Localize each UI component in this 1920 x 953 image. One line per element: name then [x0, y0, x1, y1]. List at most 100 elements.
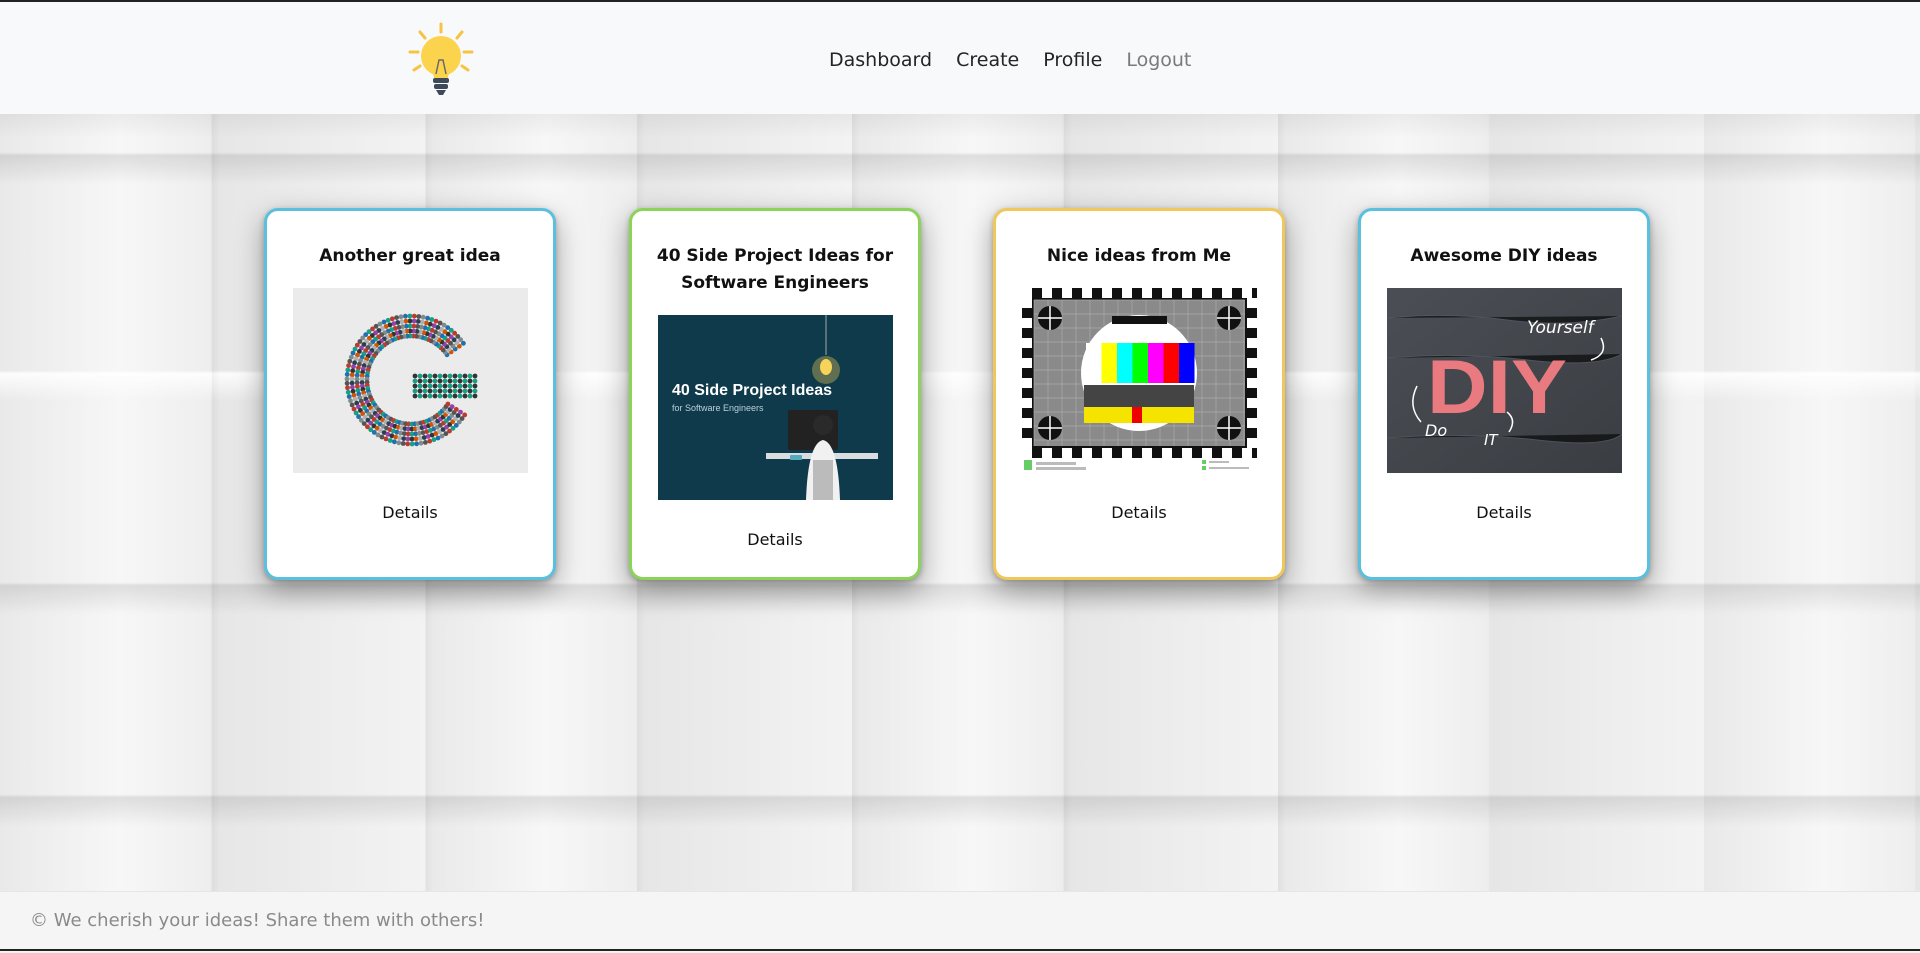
idea-card: 40 Side Project Ideas for Software Engin… — [629, 208, 921, 580]
top-navbar: Dashboard Create Profile Logout — [0, 2, 1920, 114]
crowd-person — [433, 318, 438, 324]
crowd-person — [461, 412, 467, 418]
checker-square — [1021, 288, 1032, 298]
diy-image-letters: DIY — [1427, 345, 1567, 430]
crowd-person — [432, 388, 437, 394]
nav-logout[interactable]: Logout — [1126, 49, 1191, 71]
idea-title: Awesome DIY ideas — [1410, 246, 1598, 266]
crowd-person — [392, 434, 398, 440]
details-link[interactable]: Details — [382, 503, 437, 522]
main-nav: Dashboard Create Profile Logout — [829, 46, 1191, 74]
checker-square — [1061, 448, 1072, 458]
crowd-person — [391, 439, 397, 445]
crowd-person — [467, 388, 472, 394]
crowd-person — [431, 437, 436, 443]
lightbulb-icon[interactable] — [408, 22, 474, 98]
crowd-person — [447, 393, 452, 399]
crowd-person — [427, 378, 432, 384]
color-bar — [1178, 343, 1194, 383]
checker-square — [1161, 288, 1172, 298]
footer: © We cherish your ideas! Share them with… — [0, 891, 1920, 952]
crowd-person — [350, 350, 355, 356]
checker-square — [1181, 448, 1192, 458]
crowd-person — [395, 440, 401, 446]
nav-profile[interactable]: Profile — [1043, 49, 1102, 71]
crowd-person — [422, 378, 427, 384]
nav-create[interactable]: Create — [956, 49, 1019, 71]
image-caption-sub: for Software Engineers — [672, 403, 764, 413]
crowd-person — [447, 383, 452, 389]
crowd-person — [467, 373, 472, 379]
checker-square — [1021, 338, 1032, 348]
crowd-person — [344, 367, 350, 373]
crowd-person — [389, 316, 395, 322]
crowd-person — [413, 441, 419, 447]
crowd-person — [437, 388, 442, 394]
crowd-person — [467, 393, 472, 399]
crowd-person — [422, 393, 427, 399]
crowd-person — [453, 407, 459, 412]
checker-square — [1021, 358, 1032, 368]
crowd-person — [442, 393, 447, 399]
crowd-person — [344, 380, 349, 386]
crowd-person — [349, 402, 354, 408]
crowd-person — [447, 378, 452, 384]
crowd-person — [428, 317, 434, 322]
crowd-person — [432, 383, 437, 389]
crowd-person — [407, 313, 412, 319]
image-caption-main: 40 Side Project Ideas — [672, 382, 832, 399]
checker-square — [1021, 438, 1032, 448]
details-link[interactable]: Details — [1111, 503, 1166, 522]
checker-square — [1021, 418, 1032, 428]
crowd-person — [407, 318, 412, 324]
crowd-person — [349, 372, 355, 378]
background-column — [212, 114, 220, 891]
crowd-person — [423, 320, 429, 326]
footer-text: © We cherish your ideas! Share them with… — [30, 910, 485, 931]
nav-dashboard[interactable]: Dashboard — [829, 49, 932, 71]
checker-square — [1201, 288, 1212, 298]
checker-square — [1021, 448, 1032, 458]
crowd-person — [452, 373, 457, 379]
crowd-person — [417, 393, 422, 399]
crowd-person — [400, 441, 406, 446]
crowd-person — [449, 404, 454, 410]
crowd-person — [457, 388, 462, 394]
crowd-person — [422, 373, 427, 379]
crowd-person — [346, 394, 352, 399]
crowd-person — [405, 436, 410, 442]
checker-square — [1246, 378, 1257, 388]
crowd-person — [422, 383, 427, 389]
crowd-person — [472, 393, 477, 399]
crowd-person — [437, 378, 442, 384]
checker-square — [1201, 448, 1212, 458]
crowd-person — [427, 388, 432, 394]
crowd-person — [411, 318, 416, 324]
crowd-person — [409, 441, 414, 447]
details-link[interactable]: Details — [747, 530, 802, 549]
crowd-person — [411, 313, 417, 319]
idea-card: Awesome DIY ideas DIY Yourself Do IT Det… — [1358, 208, 1650, 580]
crowd-person — [432, 393, 437, 399]
crowd-person — [403, 318, 408, 324]
crowd-person — [385, 317, 390, 323]
crowd-person — [346, 358, 352, 364]
idea-card: Nice ideas from Me Details — [993, 208, 1285, 580]
checker-square — [1246, 438, 1257, 448]
checker-square — [1021, 298, 1032, 308]
crowd-person — [462, 383, 467, 389]
crowd-person — [457, 409, 463, 415]
checker-square — [1141, 288, 1152, 298]
crowd-person — [396, 435, 402, 441]
checker-square — [1246, 318, 1257, 328]
crowd-person — [422, 388, 427, 394]
crowd-person — [379, 434, 384, 440]
checker-square — [1246, 398, 1257, 408]
details-link[interactable]: Details — [1476, 503, 1531, 522]
crowd-person — [462, 373, 467, 379]
crowd-person — [457, 383, 462, 389]
side-project-ideas-image: 40 Side Project Ideas for Software Engin… — [657, 315, 893, 500]
crowd-person — [432, 378, 437, 384]
crowd-person — [400, 436, 406, 441]
crowd-person — [424, 315, 430, 321]
